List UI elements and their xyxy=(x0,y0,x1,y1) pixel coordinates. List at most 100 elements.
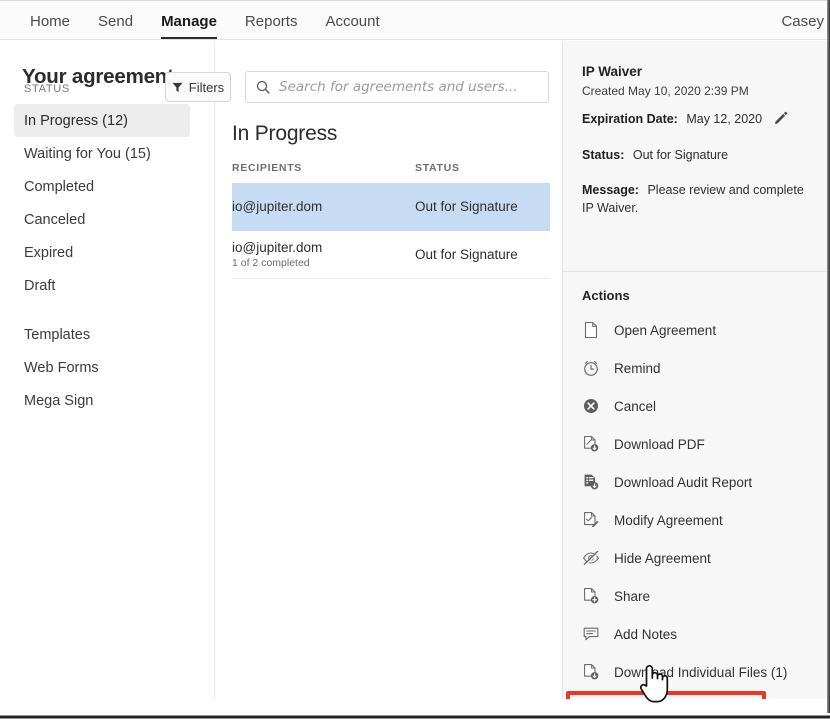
sidebar-item-templates[interactable]: Templates xyxy=(14,318,190,351)
cancel-circle-icon xyxy=(582,397,600,415)
sidebar-divider-space xyxy=(14,302,190,318)
sidebar-item-label: Completed xyxy=(24,179,94,195)
column-header-recipients: RECIPIENTS xyxy=(232,162,415,174)
top-navigation-bar: Home Send Manage Reports Account Casey xyxy=(0,0,830,40)
list-heading: In Progress xyxy=(232,122,550,146)
share-document-icon xyxy=(582,587,600,605)
action-add-notes[interactable]: Add Notes xyxy=(572,615,824,653)
action-download-individual-files[interactable]: Download Individual Files (1) xyxy=(572,653,824,691)
sidebar-status-header: STATUS xyxy=(24,83,70,95)
download-pdf-icon xyxy=(582,435,600,453)
list-column-headers: RECIPIENTS STATUS xyxy=(232,162,550,183)
main-nav: Home Send Manage Reports Account xyxy=(16,1,394,41)
sidebar-item-label: Templates xyxy=(24,327,90,343)
action-modify-agreement[interactable]: Modify Agreement xyxy=(572,501,824,539)
table-row[interactable]: io@jupiter.dom 1 of 2 completed Out for … xyxy=(232,231,550,279)
nav-label: Manage xyxy=(161,13,217,30)
status-label: Status: xyxy=(582,148,624,162)
sidebar-item-in-progress[interactable]: In Progress (12) xyxy=(14,104,190,137)
expiration-date-label: Expiration Date: xyxy=(582,112,678,126)
sidebar-item-label: Mega Sign xyxy=(24,393,93,409)
sidebar-item-label: Expired xyxy=(24,245,73,261)
document-icon xyxy=(582,321,600,339)
sidebar-item-label: Canceled xyxy=(24,212,85,228)
row-recipient: io@jupiter.dom 1 of 2 completed xyxy=(232,240,415,269)
action-label: Remind xyxy=(614,361,661,376)
message-label: Message: xyxy=(582,183,639,197)
action-share[interactable]: Share xyxy=(572,577,824,615)
column-header-status: STATUS xyxy=(415,162,550,174)
action-open-agreement[interactable]: Open Agreement xyxy=(572,311,824,349)
sidebar-item-draft[interactable]: Draft xyxy=(14,269,190,302)
action-label: Modify Agreement xyxy=(614,513,723,528)
search-input[interactable]: Search for agreements and users... xyxy=(245,71,549,103)
search-icon xyxy=(256,80,270,94)
agreements-list: In Progress RECIPIENTS STATUS io@jupiter… xyxy=(232,122,550,279)
sidebar-item-mega-sign[interactable]: Mega Sign xyxy=(14,384,190,417)
sidebar-item-expired[interactable]: Expired xyxy=(14,236,190,269)
user-menu[interactable]: Casey xyxy=(781,1,828,41)
action-hide-agreement[interactable]: Hide Agreement xyxy=(572,539,824,577)
sidebar-item-canceled[interactable]: Canceled xyxy=(14,203,190,236)
expiration-date-row: Expiration Date: May 12, 2020 xyxy=(582,111,814,126)
nav-item-send[interactable]: Send xyxy=(84,1,147,41)
message-row: Message: Please review and complete IP W… xyxy=(582,181,814,217)
sidebar-item-completed[interactable]: Completed xyxy=(14,170,190,203)
nav-item-reports[interactable]: Reports xyxy=(231,1,312,41)
action-download-audit-report[interactable]: Download Audit Report xyxy=(572,463,824,501)
sidebar-item-label: In Progress (12) xyxy=(24,113,128,129)
actions-list: Open Agreement Remind Cancel xyxy=(572,311,824,699)
sidebar-item-waiting-for-you[interactable]: Waiting for You (15) xyxy=(14,137,190,170)
search-placeholder: Search for agreements and users... xyxy=(279,79,518,95)
nav-label: Send xyxy=(98,13,133,30)
row-recipient-email: io@jupiter.dom xyxy=(232,199,415,214)
nav-item-manage[interactable]: Manage xyxy=(147,1,231,41)
agreement-created-date: Created May 10, 2020 2:39 PM xyxy=(582,84,749,98)
action-remind[interactable]: Remind xyxy=(572,349,824,387)
action-label: Download Audit Report xyxy=(614,475,752,490)
nav-label: Account xyxy=(325,13,379,30)
agreement-detail-panel: IP Waiver Created May 10, 2020 2:39 PM E… xyxy=(562,41,828,699)
sidebar-item-label: Waiting for You (15) xyxy=(24,146,151,162)
window-bottom-edge xyxy=(0,713,830,719)
action-label: Download PDF xyxy=(614,437,705,452)
action-label: Hide Agreement xyxy=(614,551,711,566)
action-upload-signed-document[interactable]: Upload Signed Document xyxy=(572,691,824,699)
nav-item-home[interactable]: Home xyxy=(16,1,84,41)
download-audit-icon xyxy=(582,473,600,491)
row-status: Out for Signature xyxy=(415,247,550,262)
expiration-date-value: May 12, 2020 xyxy=(686,112,762,126)
action-label: Download Individual Files (1) xyxy=(614,665,787,680)
status-row: Status: Out for Signature xyxy=(582,148,814,162)
row-status: Out for Signature xyxy=(415,199,550,214)
filters-button[interactable]: Filters xyxy=(165,72,231,102)
edit-pencil-icon[interactable] xyxy=(774,111,788,125)
action-label: Open Agreement xyxy=(614,323,716,338)
row-recipient: io@jupiter.dom xyxy=(232,199,415,214)
row-progress-note: 1 of 2 completed xyxy=(232,257,415,269)
nav-label: Reports xyxy=(245,13,298,30)
action-cancel[interactable]: Cancel xyxy=(572,387,824,425)
nav-label: Home xyxy=(30,13,70,30)
action-label: Share xyxy=(614,589,650,604)
sidebar-item-web-forms[interactable]: Web Forms xyxy=(14,351,190,384)
sidebar-status-list: In Progress (12) Waiting for You (15) Co… xyxy=(14,104,190,417)
agreement-title: IP Waiver xyxy=(582,64,642,79)
action-label: Cancel xyxy=(614,399,656,414)
user-name: Casey xyxy=(781,13,824,30)
sidebar-item-label: Web Forms xyxy=(24,360,99,376)
panel-divider xyxy=(563,271,828,272)
row-recipient-email: io@jupiter.dom xyxy=(232,240,415,255)
action-download-pdf[interactable]: Download PDF xyxy=(572,425,824,463)
nav-item-account[interactable]: Account xyxy=(311,1,393,41)
table-row[interactable]: io@jupiter.dom Out for Signature xyxy=(232,183,550,231)
comment-icon xyxy=(582,625,600,643)
alarm-clock-icon xyxy=(582,359,600,377)
modify-document-icon xyxy=(582,511,600,529)
action-label: Add Notes xyxy=(614,627,677,642)
filters-label: Filters xyxy=(189,80,224,95)
actions-heading: Actions xyxy=(582,288,630,303)
download-files-icon xyxy=(582,663,600,681)
eye-slash-icon xyxy=(582,549,600,567)
status-value: Out for Signature xyxy=(633,148,728,162)
